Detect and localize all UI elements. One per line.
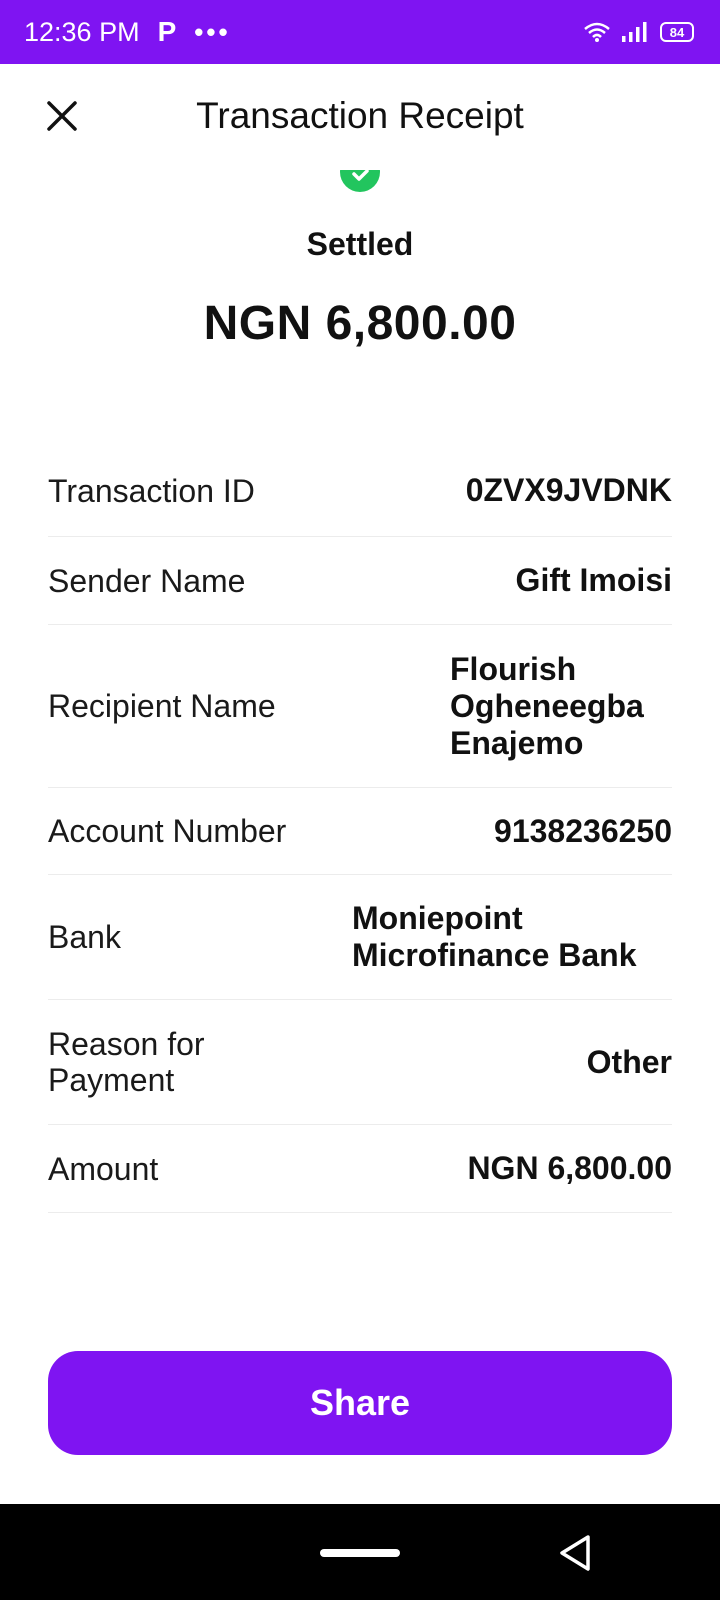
status-time: 12:36 PM [24,16,140,47]
detail-row-transaction-id: Transaction ID 0ZVX9JVDNK [48,445,672,537]
status-right: 84 [584,21,694,43]
share-button-label: Share [309,1382,411,1423]
detail-row-account-number: Account Number 9138236250 [48,788,672,875]
detail-row-amount: Amount NGN 6,800.00 [48,1125,672,1213]
battery-level: 84 [669,24,685,40]
close-icon [47,101,77,131]
more-notifications-icon: ••• [194,16,231,47]
detail-row-bank: Bank Moniepoint Microfinance Bank [48,875,672,1000]
page-title: Transaction Receipt [196,95,524,136]
transaction-status: Settled [306,226,414,262]
battery-icon: 84 [660,22,694,42]
detail-row-reason: Reason for Payment Other [48,1000,672,1125]
wifi-icon [584,22,610,42]
transaction-amount: NGN 6,800.00 [203,297,517,350]
detail-value: Gift Imoisi [515,562,672,598]
share-button[interactable]: Share [48,1351,672,1455]
detail-label: Transaction ID [48,472,255,509]
home-gesture-handle[interactable] [320,1549,400,1557]
system-nav-bar [0,1504,720,1600]
app-notification-icon: P [157,16,177,47]
back-icon[interactable] [556,1533,594,1573]
signal-icon [622,22,647,42]
status-left: 12:36 PM P ••• [24,16,231,48]
receipt-details: Transaction ID 0ZVX9JVDNK Sender Name Gi… [48,445,672,1213]
detail-label: Reason for Payment [48,1026,205,1098]
status-bar: 12:36 PM P ••• 84 [0,0,720,64]
detail-value: Other [586,1043,672,1080]
detail-value: 0ZVX9JVDNK [465,472,672,508]
detail-label: Recipient Name [48,688,276,724]
detail-value: Flourish Ogheneegba Enajemo [450,650,644,761]
detail-row-sender-name: Sender Name Gift Imoisi [48,537,672,625]
detail-value: 9138236250 [494,812,672,849]
detail-label: Bank [48,919,121,955]
app-bar: Transaction Receipt [0,64,720,176]
detail-label: Account Number [48,813,287,849]
detail-value: Moniepoint Microfinance Bank [352,900,637,973]
success-check-icon [340,170,380,194]
detail-label: Sender Name [48,562,246,599]
close-button[interactable] [40,94,84,138]
detail-value: NGN 6,800.00 [467,1150,672,1186]
detail-row-recipient-name: Recipient Name Flourish Ogheneegba Enaje… [48,625,672,788]
detail-label: Amount [48,1150,159,1187]
